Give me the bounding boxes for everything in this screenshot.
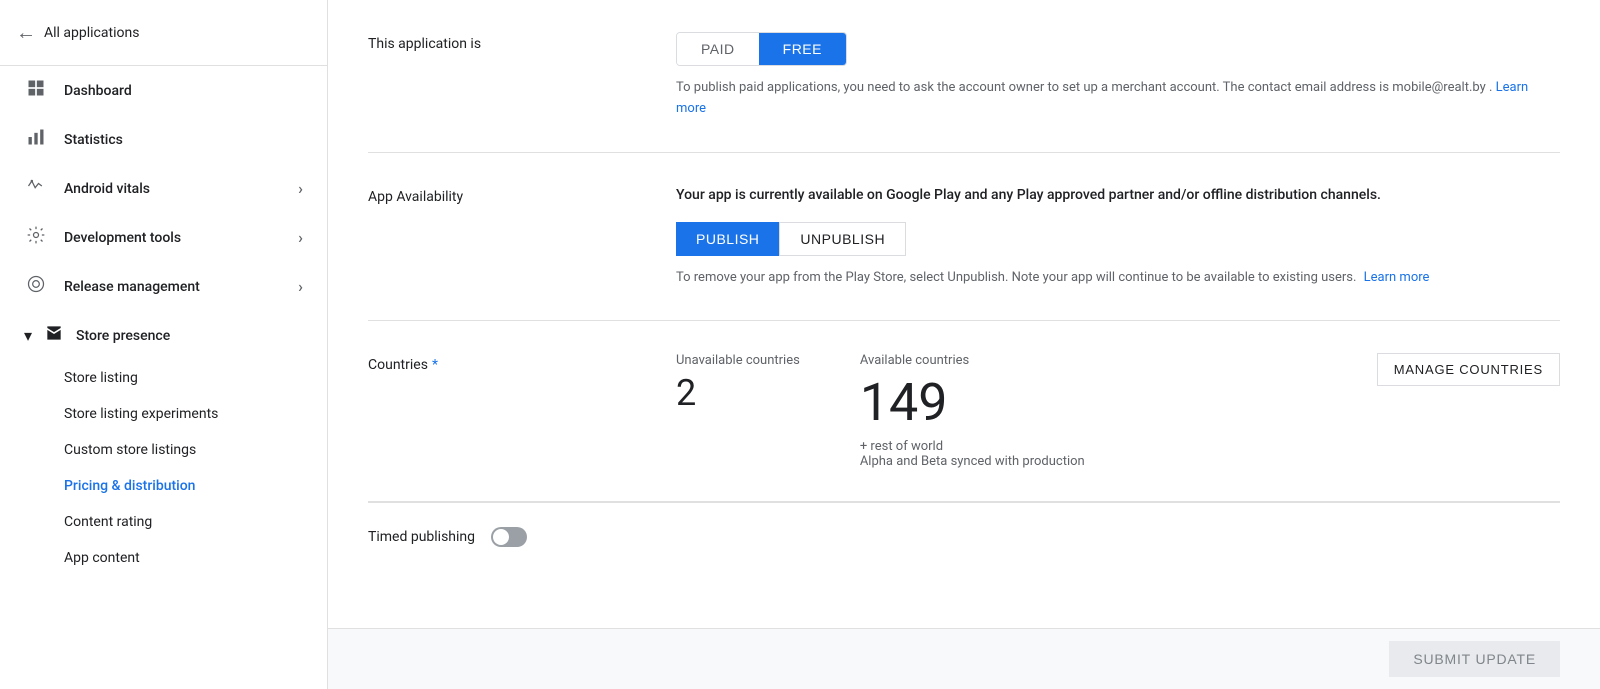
app-availability-section: App Availability Your app is currently a… bbox=[368, 153, 1560, 322]
release-management-label: Release management bbox=[64, 279, 200, 295]
unpublish-learn-more-link[interactable]: Learn more bbox=[1364, 270, 1430, 285]
sidebar-item-app-content[interactable]: App content bbox=[0, 540, 327, 576]
sidebar-item-store-presence[interactable]: ▾ Store presence bbox=[0, 311, 327, 360]
application-type-section: This application is PAID FREE To publish… bbox=[368, 0, 1560, 153]
unavailable-countries-label: Unavailable countries bbox=[676, 353, 800, 368]
android-vitals-icon bbox=[24, 176, 48, 201]
unpublish-info-text: To remove your app from the Play Store, … bbox=[676, 268, 1560, 289]
sidebar: ← All applications Dashboard Statistics … bbox=[0, 0, 328, 689]
app-availability-content: Your app is currently available on Googl… bbox=[676, 185, 1560, 289]
timed-publishing-label: Timed publishing bbox=[368, 529, 475, 545]
development-tools-label: Development tools bbox=[64, 230, 181, 246]
rest-of-world: + rest of world bbox=[860, 439, 1085, 454]
countries-stats: Unavailable countries 2 Available countr… bbox=[676, 353, 1085, 468]
timed-publishing-row: Timed publishing bbox=[368, 502, 1560, 571]
free-button[interactable]: FREE bbox=[759, 33, 846, 65]
paid-button[interactable]: PAID bbox=[677, 33, 759, 65]
publish-unpublish-group: PUBLISH UNPUBLISH bbox=[676, 222, 1560, 256]
sidebar-item-development-tools[interactable]: Development tools › bbox=[0, 213, 327, 262]
available-countries-label: Available countries bbox=[860, 353, 1085, 368]
development-tools-chevron-icon: › bbox=[298, 228, 303, 247]
countries-content: Unavailable countries 2 Available countr… bbox=[676, 353, 1560, 468]
main-content: This application is PAID FREE To publish… bbox=[328, 0, 1600, 689]
countries-data-row: Unavailable countries 2 Available countr… bbox=[676, 353, 1560, 468]
sidebar-item-pricing-distribution[interactable]: Pricing & distribution bbox=[0, 468, 327, 504]
available-count: 149 bbox=[860, 372, 1085, 434]
back-link[interactable]: ← All applications bbox=[16, 12, 311, 53]
content-area: This application is PAID FREE To publish… bbox=[328, 0, 1600, 689]
publish-button[interactable]: PUBLISH bbox=[676, 222, 779, 256]
sidebar-item-release-management[interactable]: Release management › bbox=[0, 262, 327, 311]
countries-required: * bbox=[432, 357, 438, 373]
store-presence-subnav: Store listing Store listing experiments … bbox=[0, 360, 327, 576]
chevron-down-icon: ▾ bbox=[24, 326, 32, 345]
android-vitals-label: Android vitals bbox=[64, 181, 150, 197]
app-availability-label: App Availability bbox=[368, 185, 628, 289]
development-tools-icon bbox=[24, 225, 48, 250]
available-info: + rest of world Alpha and Beta synced wi… bbox=[860, 439, 1085, 469]
sidebar-item-store-listing-experiments[interactable]: Store listing experiments bbox=[0, 396, 327, 432]
alpha-beta-synced: Alpha and Beta synced with production bbox=[860, 454, 1085, 469]
unpublish-button[interactable]: UNPUBLISH bbox=[779, 222, 906, 256]
unavailable-countries-stat: Unavailable countries 2 bbox=[676, 353, 800, 468]
sidebar-item-dashboard[interactable]: Dashboard bbox=[0, 66, 327, 115]
sidebar-item-content-rating[interactable]: Content rating bbox=[0, 504, 327, 540]
back-arrow-icon: ← bbox=[16, 20, 36, 45]
release-management-icon bbox=[24, 274, 48, 299]
paid-info-text: To publish paid applications, you need t… bbox=[676, 78, 1560, 120]
dashboard-label: Dashboard bbox=[64, 83, 132, 99]
availability-description: Your app is currently available on Googl… bbox=[676, 185, 1560, 206]
countries-label: Countries* bbox=[368, 353, 628, 468]
manage-countries-container: MANAGE COUNTRIES bbox=[1377, 353, 1560, 386]
store-presence-label: Store presence bbox=[76, 328, 170, 344]
application-type-content: PAID FREE To publish paid applications, … bbox=[676, 32, 1560, 120]
store-presence-icon bbox=[44, 323, 64, 348]
statistics-icon bbox=[24, 127, 48, 152]
release-management-chevron-icon: › bbox=[298, 277, 303, 296]
paid-free-toggle: PAID FREE bbox=[676, 32, 847, 66]
unavailable-count: 2 bbox=[676, 372, 800, 415]
bottom-action-bar: SUBMIT UPDATE bbox=[328, 628, 1600, 689]
statistics-label: Statistics bbox=[64, 132, 123, 148]
countries-section: Countries* Unavailable countries 2 Avail… bbox=[368, 321, 1560, 501]
submit-update-button[interactable]: SUBMIT UPDATE bbox=[1389, 641, 1560, 677]
back-link-label: All applications bbox=[44, 25, 139, 41]
timed-publishing-toggle[interactable] bbox=[491, 527, 527, 547]
application-type-label: This application is bbox=[368, 32, 628, 120]
sidebar-item-store-listing[interactable]: Store listing bbox=[0, 360, 327, 396]
sidebar-item-custom-store-listings[interactable]: Custom store listings bbox=[0, 432, 327, 468]
dashboard-icon bbox=[24, 78, 48, 103]
manage-countries-button[interactable]: MANAGE COUNTRIES bbox=[1377, 353, 1560, 386]
available-countries-stat: Available countries 149 + rest of world … bbox=[860, 353, 1085, 468]
sidebar-item-statistics[interactable]: Statistics bbox=[0, 115, 327, 164]
sidebar-item-android-vitals[interactable]: Android vitals › bbox=[0, 164, 327, 213]
android-vitals-chevron-icon: › bbox=[298, 179, 303, 198]
